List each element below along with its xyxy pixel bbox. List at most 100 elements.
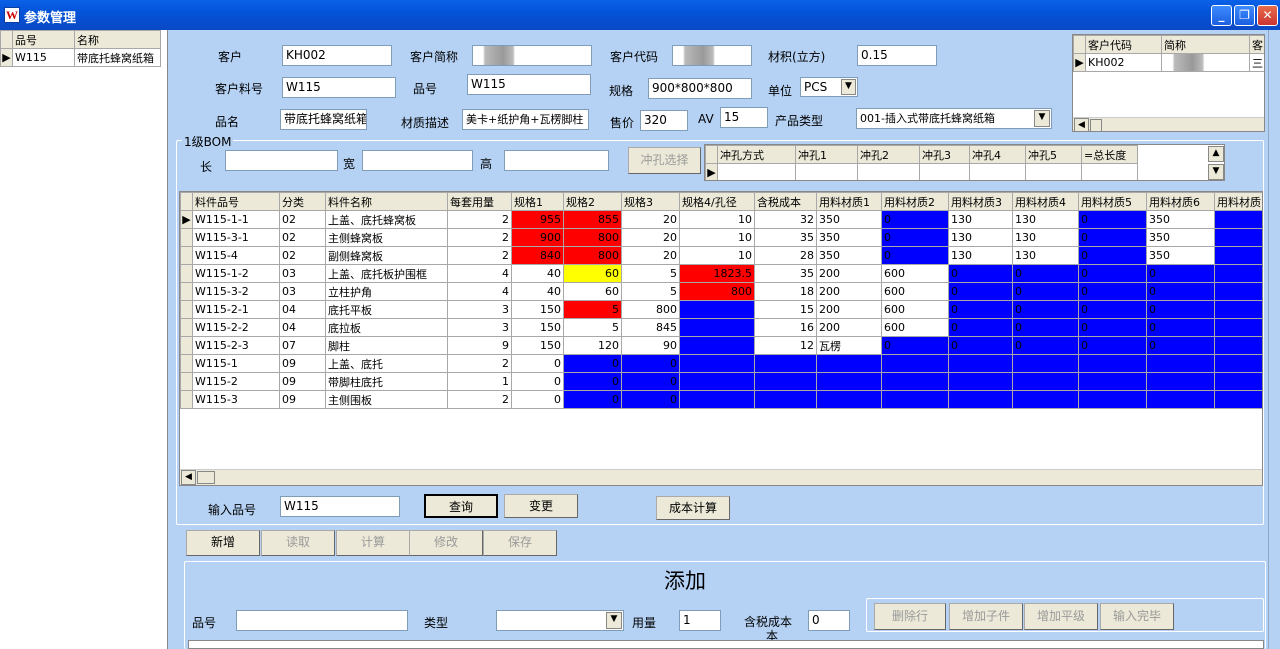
cell[interactable] <box>1146 372 1215 391</box>
scroll-left-icon[interactable]: ◀ <box>181 470 196 485</box>
col-header[interactable]: 冲孔3 <box>919 145 970 164</box>
cell[interactable] <box>1214 354 1262 373</box>
cell[interactable] <box>1214 372 1262 391</box>
cell[interactable]: 1823.5 <box>679 264 755 283</box>
cell[interactable]: 三 <box>1249 53 1264 72</box>
cell[interactable]: 350 <box>816 246 882 265</box>
cell[interactable] <box>1214 246 1262 265</box>
cell[interactable]: 350 <box>1146 228 1215 247</box>
cell[interactable]: 150 <box>511 336 564 355</box>
cell[interactable] <box>1012 354 1079 373</box>
cell[interactable] <box>948 390 1013 409</box>
cell[interactable]: 3 <box>447 300 512 319</box>
length-field[interactable] <box>225 150 338 171</box>
cell[interactable]: 200 <box>816 318 882 337</box>
cell[interactable]: 5 <box>621 282 680 301</box>
cell[interactable]: 03 <box>279 282 326 301</box>
col-header[interactable]: 冲孔1 <box>795 145 858 164</box>
cell[interactable] <box>1214 390 1262 409</box>
col-header[interactable]: 客户代码 <box>1085 35 1162 54</box>
cell[interactable]: W115-2-1 <box>192 300 280 319</box>
col-header[interactable]: 品号 <box>12 30 75 49</box>
cell[interactable]: 60 <box>563 282 622 301</box>
cell[interactable] <box>881 354 949 373</box>
col-header[interactable]: 用料材质1 <box>816 192 882 211</box>
cell[interactable]: 28 <box>754 246 817 265</box>
cell[interactable]: 0 <box>1146 318 1215 337</box>
cell[interactable]: 35 <box>754 264 817 283</box>
cell[interactable]: 0 <box>881 228 949 247</box>
cell[interactable]: 上盖、底托蜂窝板 <box>325 210 448 229</box>
customer-field[interactable]: KH002 <box>282 45 392 66</box>
cell[interactable]: 130 <box>1012 210 1079 229</box>
cell[interactable]: 600 <box>881 318 949 337</box>
cell[interactable]: 800 <box>621 300 680 319</box>
cell[interactable] <box>1214 336 1262 355</box>
cell[interactable]: 800 <box>679 282 755 301</box>
cell[interactable]: 0 <box>1012 300 1079 319</box>
cell[interactable]: 800 <box>563 246 622 265</box>
calc-button[interactable]: 计算 <box>336 530 410 556</box>
cell[interactable]: 主侧蜂窝板 <box>325 228 448 247</box>
cell[interactable]: 脚柱 <box>325 336 448 355</box>
cell[interactable]: W115-3-2 <box>192 282 280 301</box>
cell[interactable]: 40 <box>511 282 564 301</box>
cell[interactable]: W115-2-3 <box>192 336 280 355</box>
customer-short-field[interactable] <box>472 45 592 66</box>
cell[interactable] <box>679 300 755 319</box>
chevron-down-icon[interactable]: ▼ <box>606 612 622 629</box>
punch-select-button[interactable]: 冲孔选择 <box>628 147 701 174</box>
cell[interactable]: 0 <box>1078 282 1147 301</box>
save-button[interactable]: 保存 <box>483 530 557 556</box>
cell[interactable] <box>679 336 755 355</box>
add-type-select[interactable] <box>496 610 624 631</box>
cell[interactable]: 18 <box>754 282 817 301</box>
cell[interactable]: 10 <box>679 246 755 265</box>
row-header[interactable] <box>180 264 193 283</box>
cell[interactable]: 0 <box>1146 264 1215 283</box>
cell[interactable]: 9 <box>447 336 512 355</box>
cell[interactable]: 2 <box>447 246 512 265</box>
cell[interactable]: 20 <box>621 246 680 265</box>
col-header[interactable]: 规格4/孔径 <box>679 192 755 211</box>
cell[interactable] <box>754 390 817 409</box>
col-header[interactable]: 冲孔4 <box>969 145 1026 164</box>
cell[interactable]: 立柱护角 <box>325 282 448 301</box>
cell[interactable]: 120 <box>563 336 622 355</box>
cell[interactable] <box>754 354 817 373</box>
chevron-down-icon[interactable]: ▼ <box>841 79 856 95</box>
cell[interactable] <box>1214 210 1262 229</box>
cell[interactable]: 0 <box>1078 246 1147 265</box>
cell[interactable]: W115-1-1 <box>192 210 280 229</box>
av-field[interactable]: 15 <box>720 107 768 128</box>
cell[interactable]: 600 <box>881 282 949 301</box>
horizontal-scrollbar[interactable]: ◀ <box>1073 117 1264 131</box>
close-button[interactable]: ✕ <box>1257 5 1278 26</box>
cell[interactable]: 0 <box>1078 210 1147 229</box>
row-header[interactable] <box>180 354 193 373</box>
cell[interactable]: 350 <box>816 210 882 229</box>
cell[interactable]: 90 <box>621 336 680 355</box>
cell[interactable]: 0 <box>511 372 564 391</box>
cell[interactable]: 600 <box>881 264 949 283</box>
cell[interactable]: 02 <box>279 228 326 247</box>
table-row[interactable]: W115-4 02 副侧蜂窝板 2 840 800 20 10 28 350 0 130 130 0 350 <box>180 246 1262 265</box>
add-level-button[interactable]: 增加平级 <box>1024 603 1098 630</box>
price-field[interactable]: 320 <box>640 110 688 131</box>
cell[interactable]: 瓦楞 <box>816 336 882 355</box>
cell[interactable]: 0 <box>881 210 949 229</box>
cell[interactable]: 09 <box>279 354 326 373</box>
cell[interactable]: W115-3 <box>192 390 280 409</box>
cell[interactable]: 20 <box>621 210 680 229</box>
cell[interactable] <box>948 354 1013 373</box>
cell[interactable] <box>1146 354 1215 373</box>
cell[interactable]: 0 <box>511 354 564 373</box>
cell[interactable]: 1 <box>447 372 512 391</box>
col-header[interactable]: 含税成本 <box>754 192 817 211</box>
list-item[interactable]: ▶ W115 带底托蜂窝纸箱 <box>0 48 161 67</box>
col-header[interactable]: 用料材质4 <box>1012 192 1079 211</box>
cell[interactable]: 60 <box>563 264 622 283</box>
material-desc-field[interactable]: 美卡+纸护角+瓦楞脚柱 <box>462 109 589 130</box>
row-header[interactable] <box>180 300 193 319</box>
cell[interactable]: 02 <box>279 210 326 229</box>
